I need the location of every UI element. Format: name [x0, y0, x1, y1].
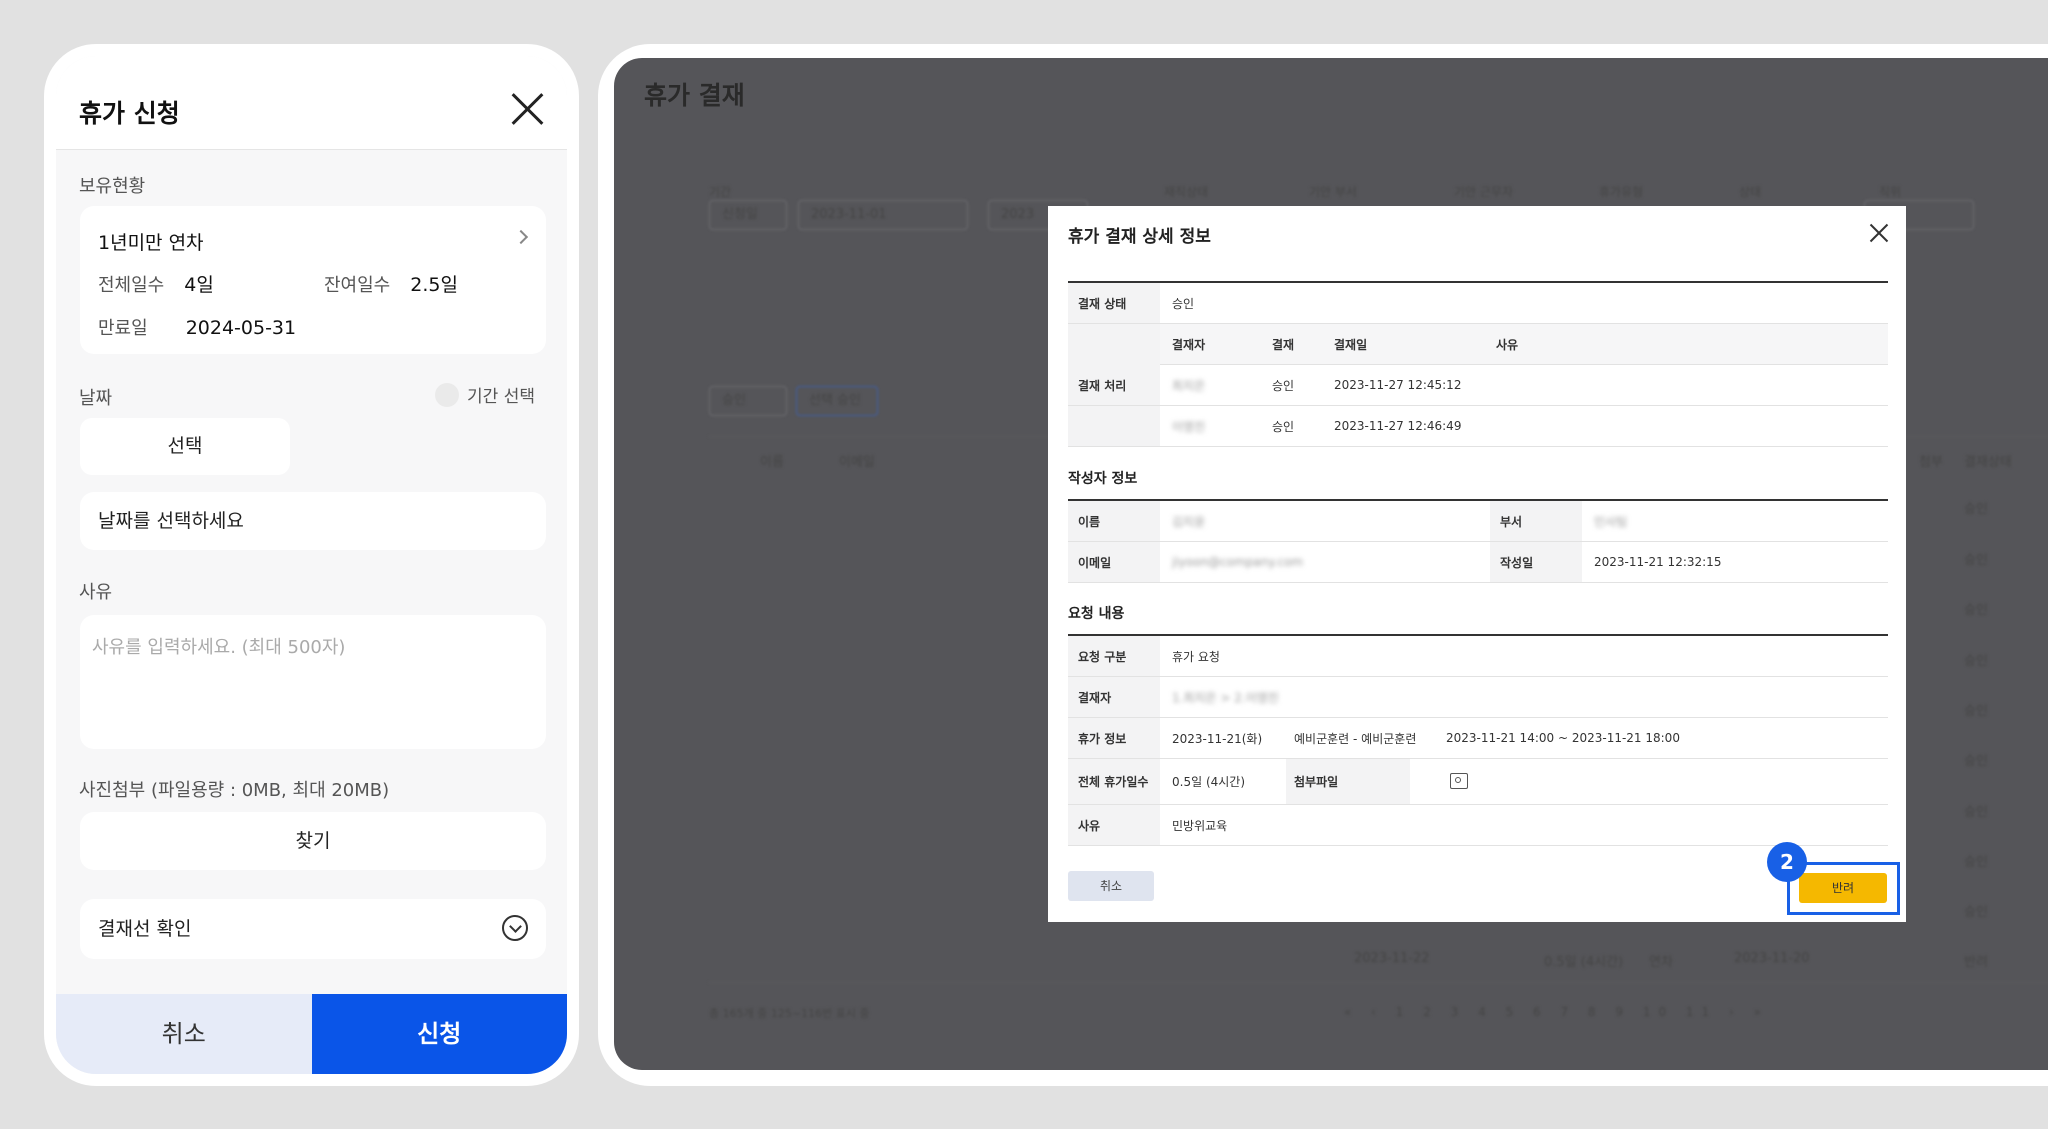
- start-date-input[interactable]: 2023-11-01: [798, 200, 968, 230]
- find-file-button[interactable]: 찾기: [80, 812, 546, 870]
- table-row: 이영진 승인 2023-11-27 12:46:49: [1068, 406, 1888, 447]
- radio-icon[interactable]: [435, 382, 460, 407]
- pagination[interactable]: « ‹ 1 2 3 4 5 6 7 8 9 10 11 › »: [1344, 1005, 1769, 1019]
- chevron-down-circle-icon: [502, 915, 528, 941]
- period-select-toggle[interactable]: 기간 선택: [435, 382, 535, 407]
- bulk-status-select[interactable]: 승인: [709, 386, 787, 416]
- request-section-title: 요청 내용: [1068, 606, 1125, 622]
- date-display[interactable]: 날짜를 선택하세요: [80, 492, 546, 550]
- leave-balance-card[interactable]: 1년미만 연차 전체일수 4일 잔여일수 2.5일 만료일 2024-05-31: [80, 206, 546, 354]
- apply-button[interactable]: 신청: [311, 994, 567, 1074]
- date-select-button[interactable]: 선택: [80, 418, 290, 475]
- bulk-approve-button[interactable]: 선택 승인: [796, 386, 878, 416]
- modal-title: 휴가 결재 상세 정보: [1068, 227, 1211, 247]
- reject-button[interactable]: 반려: [1799, 873, 1887, 903]
- approval-detail-modal: 휴가 결재 상세 정보 결재 상태 승인 결재 처리 결재자 결재 결재일 사유…: [1048, 206, 1906, 922]
- total-days: 전체일수 4일: [98, 274, 214, 296]
- bottom-action-bar: 취소 신청: [56, 994, 567, 1074]
- expiry-date: 만료일 2024-05-31: [98, 317, 297, 339]
- reason-textarea[interactable]: 사유를 입력하세요. (최대 500자): [80, 615, 546, 749]
- table-row: 최지은 승인 2023-11-27 12:45:12: [1068, 365, 1888, 406]
- holdings-label: 보유현황: [79, 176, 146, 197]
- close-icon[interactable]: [511, 92, 545, 126]
- mobile-header: 휴가 신청: [56, 56, 567, 150]
- request-table: 요청 구분 휴가 요청 결재자 1.최지은 > 2.이영진 휴가 정보 2023…: [1068, 634, 1888, 846]
- period-type-select[interactable]: 신청일: [709, 200, 787, 230]
- step-badge: 2: [1767, 842, 1807, 882]
- date-label: 날짜: [79, 388, 113, 409]
- writer-table: 이름 김지윤 부서 인사팀 이메일 jiyoon@company.com 작성일…: [1068, 499, 1888, 583]
- page-title: 휴가 결재: [644, 81, 745, 110]
- leave-type-name: 1년미만 연차: [98, 232, 204, 254]
- image-attachment-icon[interactable]: [1450, 773, 1468, 789]
- mobile-leave-request: 휴가 신청 보유현황 1년미만 연차 전체일수 4일 잔여일수 2.5일 만료일 20…: [44, 44, 579, 1086]
- writer-section-title: 작성자 정보: [1068, 471, 1138, 487]
- approval-table: 결재 상태 승인 결재 처리 결재자 결재 결재일 사유 최지은 승인 2023…: [1068, 281, 1888, 447]
- chevron-right-icon: [513, 229, 529, 245]
- modal-cancel-button[interactable]: 취소: [1068, 871, 1154, 901]
- cancel-button[interactable]: 취소: [56, 994, 312, 1074]
- reason-label: 사유: [79, 582, 113, 603]
- approval-line-toggle[interactable]: 결재선 확인: [80, 899, 546, 959]
- page-title: 휴가 신청: [79, 99, 180, 128]
- close-icon[interactable]: [1870, 224, 1888, 242]
- attach-label: 사진첨부 (파일용량 : 0MB, 최대 20MB): [79, 780, 390, 801]
- remaining-days: 잔여일수 2.5일: [324, 274, 458, 296]
- approval-status-value: 승인: [1172, 296, 1195, 311]
